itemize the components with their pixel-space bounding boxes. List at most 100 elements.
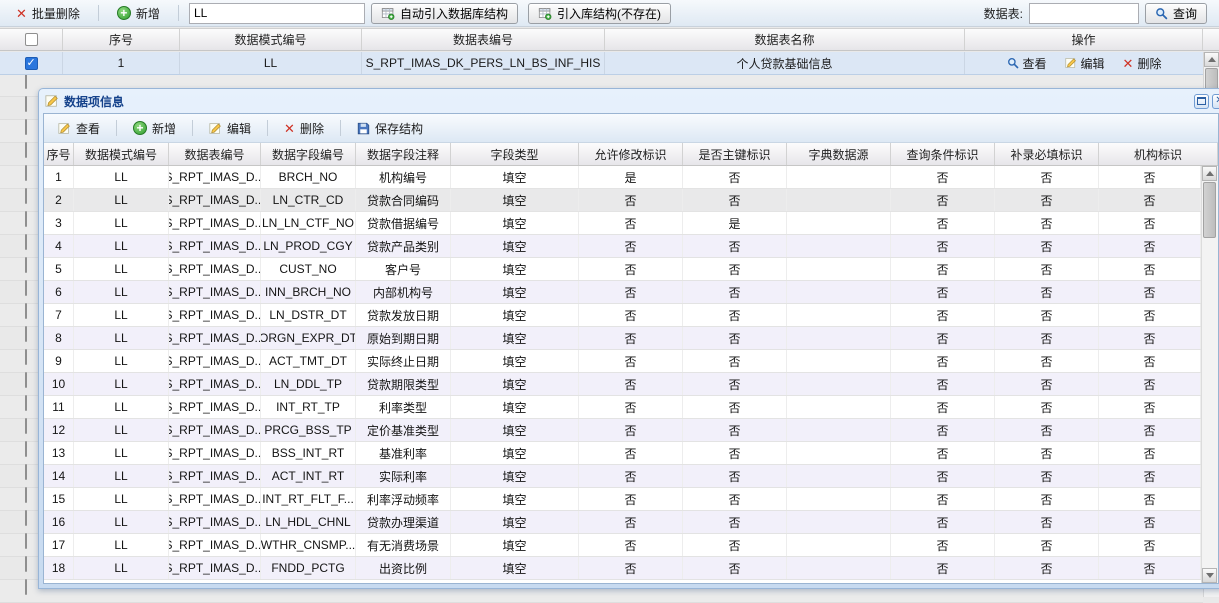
row-edit-button[interactable]: 编辑 [1065,55,1105,72]
main-column-header[interactable]: 数据表编号 [362,29,605,50]
scroll-up-button[interactable] [1204,52,1219,67]
grid-row[interactable]: 4LLS_RPT_IMAS_D...LN_PROD_CGY贷款产品类别填空否否否… [44,235,1201,258]
grid-cell: 填空 [451,488,579,510]
row-checkbox[interactable] [25,579,27,595]
modal-column-header[interactable]: 字段类型 [451,143,579,165]
pencil-icon [45,94,59,108]
row-checkbox[interactable] [25,510,27,526]
grid-row[interactable]: 8LLS_RPT_IMAS_D...ORGN_EXPR_DT原始到期日期填空否否… [44,327,1201,350]
row-checkbox[interactable] [25,372,27,388]
modal-column-header[interactable]: 是否主键标识 [683,143,787,165]
row-checkbox[interactable] [25,418,27,434]
main-column-header[interactable]: 操作 [965,29,1203,50]
modal-column-header[interactable]: 数据字段注释 [356,143,451,165]
grid-row[interactable]: 13LLS_RPT_IMAS_D...BSS_INT_RT基准利率填空否否否否否 [44,442,1201,465]
main-column-header[interactable]: 序号 [63,29,180,50]
grid-cell [787,350,891,372]
grid-row[interactable]: 12LLS_RPT_IMAS_D...PRCG_BSS_TP定价基准类型填空否否… [44,419,1201,442]
grid-cell: 否 [995,373,1099,395]
row-checkbox[interactable] [25,349,27,365]
modal-delete-button[interactable]: ✕ 删除 [276,117,332,140]
row-checkbox[interactable] [25,533,27,549]
grid-row[interactable]: 7LLS_RPT_IMAS_D...LN_DSTR_DT贷款发放日期填空否否否否… [44,304,1201,327]
scroll-up-button[interactable] [1202,166,1217,181]
row-checkbox[interactable] [25,234,27,250]
auto-import-structure-button[interactable]: 自动引入数据库结构 [371,3,518,24]
modal-save-button[interactable]: 保存结构 [349,117,431,140]
grid-row[interactable]: 11LLS_RPT_IMAS_D...INT_RT_TP利率类型填空否否否否否 [44,396,1201,419]
filter-input[interactable] [189,3,365,24]
row-checkbox[interactable] [25,142,27,158]
grid-cell [787,442,891,464]
maximize-button[interactable] [1194,94,1209,109]
row-view-button[interactable]: 查看 [1007,55,1047,72]
modal-column-header[interactable]: 补录必填标识 [995,143,1099,165]
batch-delete-button[interactable]: ✕ 批量删除 [8,2,88,25]
row-checkbox[interactable] [25,556,27,572]
grid-cell: 否 [995,419,1099,441]
modal-column-header[interactable]: 数据模式编号 [74,143,169,165]
search-label: 查询 [1173,5,1197,22]
row-checkbox[interactable] [25,303,27,319]
modal-view-button[interactable]: 查看 [50,117,108,140]
modal-column-header[interactable]: 序号 [44,143,74,165]
main-column-header[interactable]: 数据表名称 [605,29,965,50]
grid-row[interactable]: 2LLS_RPT_IMAS_D...LN_CTR_CD贷款合同编码填空否否否否否 [44,189,1201,212]
row-checkbox[interactable] [25,165,27,181]
row-checkbox[interactable] [25,257,27,273]
grid-cell: 填空 [451,442,579,464]
row-delete-button[interactable]: ✕ 删除 [1123,55,1162,72]
table-row[interactable]: 1 LL S_RPT_IMAS_DK_PERS_LN_BS_INF_HIS 个人… [0,52,1203,75]
grid-cell: 有无消费场景 [356,534,451,556]
modal-column-header[interactable]: 查询条件标识 [891,143,995,165]
row-checkbox[interactable] [25,119,27,135]
datatable-input[interactable] [1029,3,1139,24]
grid-cell: 10 [44,373,74,395]
row-checkbox[interactable] [25,280,27,296]
grid-row[interactable]: 18LLS_RPT_IMAS_D...FNDD_PCTG出资比例填空否否否否否 [44,557,1201,580]
modal-column-header[interactable]: 字典数据源 [787,143,891,165]
grid-row[interactable]: 14LLS_RPT_IMAS_D...ACT_INT_RT实际利率填空否否否否否 [44,465,1201,488]
row-checkbox[interactable] [25,395,27,411]
row-checkbox[interactable] [25,464,27,480]
grid-cell: 否 [683,281,787,303]
grid-row[interactable]: 5LLS_RPT_IMAS_D...CUST_NO客户号填空否否否否否 [44,258,1201,281]
grid-row[interactable]: 15LLS_RPT_IMAS_D...INT_RT_FLT_F...利率浮动频率… [44,488,1201,511]
modal-column-header[interactable]: 数据字段编号 [261,143,356,165]
select-all-checkbox[interactable] [25,33,38,46]
scrollbar-thumb[interactable] [1203,182,1216,238]
row-checkbox[interactable] [25,441,27,457]
scroll-down-button[interactable] [1202,568,1217,583]
row-checkbox[interactable] [25,326,27,342]
grid-cell [787,465,891,487]
modal-column-header[interactable]: 机构标识 [1099,143,1218,165]
modal-column-header[interactable]: 数据表编号 [169,143,261,165]
grid-row[interactable]: 9LLS_RPT_IMAS_D...ACT_TMT_DT实际终止日期填空否否否否… [44,350,1201,373]
close-button[interactable]: ✕ [1212,94,1219,109]
row-checkbox[interactable] [25,57,38,70]
modal-edit-button[interactable]: 编辑 [201,117,259,140]
add-button[interactable]: + 新增 [109,2,168,25]
grid-row[interactable]: 6LLS_RPT_IMAS_D...INN_BRCH_NO内部机构号填空否否否否… [44,281,1201,304]
grid-row[interactable]: 17LLS_RPT_IMAS_D...WTHR_CNSMP...有无消费场景填空… [44,534,1201,557]
grid-row[interactable]: 1LLS_RPT_IMAS_D...BRCH_NO机构编号填空是否否否否 [44,166,1201,189]
row-checkbox[interactable] [25,96,27,112]
modal-add-button[interactable]: + 新增 [125,117,184,140]
modal-scrollbar[interactable] [1201,166,1218,583]
grid-row[interactable]: 3LLS_RPT_IMAS_D...LN_LN_CTF_NO贷款借据编号填空否是… [44,212,1201,235]
grid-row[interactable]: 10LLS_RPT_IMAS_D...LN_DDL_TP贷款期限类型填空否否否否… [44,373,1201,396]
modal-column-header[interactable]: 允许修改标识 [579,143,683,165]
search-button[interactable]: 查询 [1145,3,1207,24]
row-checkbox[interactable] [25,188,27,204]
delete-x-icon: ✕ [16,7,27,20]
row-checkbox[interactable] [25,73,27,89]
row-checkbox[interactable] [25,487,27,503]
modal-titlebar[interactable]: 数据项信息 ✕ [43,89,1219,113]
main-column-header[interactable]: 数据模式编号 [180,29,362,50]
grid-cell [787,212,891,234]
row-select-cell [0,52,63,74]
row-checkbox[interactable] [25,211,27,227]
import-missing-structure-button[interactable]: 引入库结构(不存在) [528,3,671,24]
grid-row[interactable]: 16LLS_RPT_IMAS_D...LN_HDL_CHNL贷款办理渠道填空否否… [44,511,1201,534]
scrollbar-track[interactable] [1202,239,1218,568]
